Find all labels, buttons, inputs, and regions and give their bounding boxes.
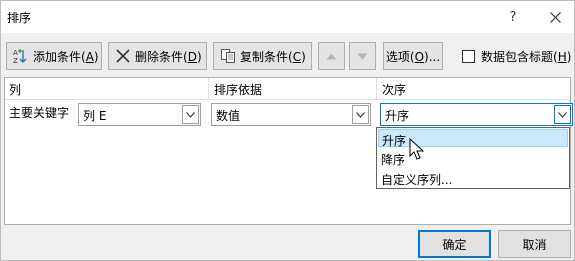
- header-row-checkbox[interactable]: 数据包含标题(H): [462, 42, 571, 70]
- close-icon: [549, 11, 561, 23]
- options-label: 选项(O)...: [385, 49, 441, 64]
- delete-icon: [115, 48, 131, 64]
- grid-header: 列 排序依据 次序: [5, 78, 570, 100]
- copy-condition-button[interactable]: 复制条件(C): [213, 42, 312, 70]
- table-row: 主要关键字 列 E 数值 升序: [5, 101, 573, 129]
- column-header-order: 次序: [382, 83, 407, 97]
- copy-icon: [220, 48, 236, 64]
- order-dropdown-list: 升序 降序 自定义序列...: [376, 127, 570, 189]
- column-header-column: 列: [9, 83, 22, 97]
- mouse-cursor-icon: [409, 138, 425, 160]
- dropdown-option-ascending[interactable]: 升序: [378, 129, 568, 148]
- move-down-button[interactable]: [349, 42, 376, 70]
- add-condition-button[interactable]: A Z 添加条件(A): [6, 42, 102, 70]
- triangle-up-icon: [326, 53, 337, 59]
- header-divider: [376, 78, 377, 100]
- dialog-title: 排序: [7, 11, 32, 25]
- chevron-down-icon[interactable]: [554, 105, 571, 124]
- help-icon: ?: [509, 9, 517, 25]
- sort-on-select[interactable]: 数值: [211, 103, 371, 126]
- svg-text:Z: Z: [13, 57, 18, 64]
- help-button[interactable]: ?: [499, 5, 527, 29]
- dropdown-option-custom-list[interactable]: 自定义序列...: [378, 169, 568, 187]
- chevron-down-icon[interactable]: [352, 105, 369, 124]
- triangle-down-icon: [357, 53, 368, 59]
- add-condition-label: 添加条件(A): [33, 49, 99, 64]
- toolbar: A Z 添加条件(A) 删除条件(D) 复制条件(C) 选项(O)... 数据包…: [1, 41, 574, 71]
- delete-condition-label: 删除条件(D): [135, 49, 202, 64]
- ok-button[interactable]: 确定: [418, 230, 491, 258]
- close-button[interactable]: [541, 5, 569, 29]
- header-row-checkbox-label: 数据包含标题(H): [481, 49, 572, 64]
- delete-condition-button[interactable]: 删除条件(D): [108, 42, 207, 70]
- sort-on-select-value: 数值: [216, 109, 241, 123]
- add-condition-icon: A Z: [13, 48, 29, 64]
- order-select-value: 升序: [385, 109, 410, 123]
- column-select[interactable]: 列 E: [78, 103, 201, 126]
- order-select[interactable]: 升序: [380, 103, 573, 126]
- checkbox-square[interactable]: [462, 49, 475, 63]
- cancel-button[interactable]: 取消: [498, 230, 571, 258]
- svg-text:A: A: [13, 49, 18, 57]
- copy-condition-label: 复制条件(C): [240, 49, 306, 64]
- column-header-basis: 排序依据: [214, 83, 263, 97]
- sort-dialog: 排序 ? A Z 添加条件(A) 删除条件(D) 复制条件(C) 选项(O)..…: [0, 0, 575, 261]
- column-select-value: 列 E: [83, 109, 107, 123]
- dropdown-option-descending[interactable]: 降序: [378, 149, 568, 167]
- chevron-down-icon[interactable]: [182, 105, 199, 124]
- row-label-primary-key: 主要关键字: [5, 101, 75, 125]
- header-divider: [208, 78, 209, 100]
- title-bar: 排序 ?: [1, 1, 574, 33]
- options-button[interactable]: 选项(O)...: [383, 42, 443, 70]
- move-up-button[interactable]: [318, 42, 345, 70]
